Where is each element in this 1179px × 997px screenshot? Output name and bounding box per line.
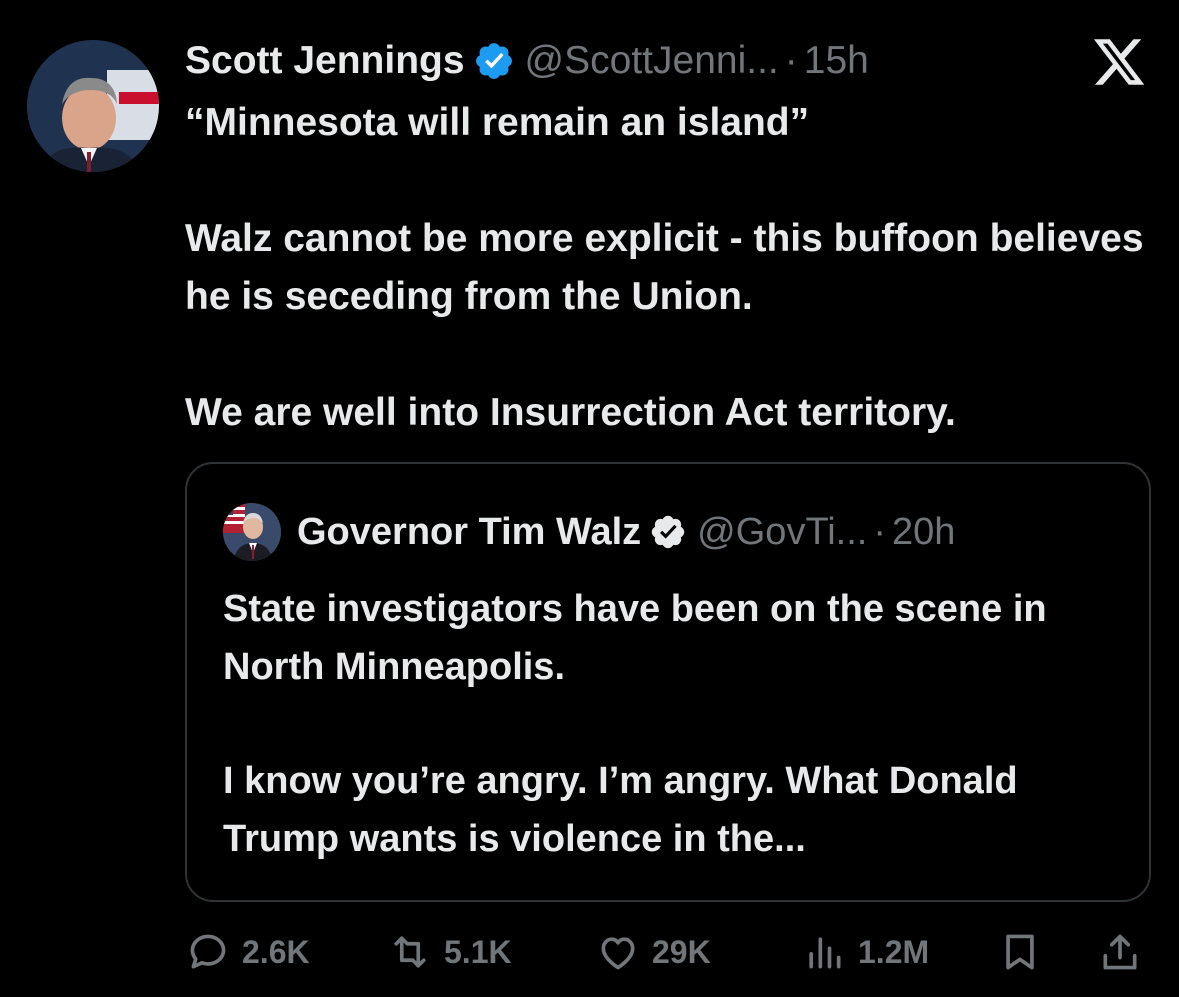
like-button[interactable]: 29K [596,926,711,978]
reply-button[interactable]: 2.6K [186,926,310,978]
header-separator: · [784,39,798,82]
tweet-text-paragraph-2: Walz cannot be more explicit - this buff… [185,217,1144,318]
verified-badge-icon [649,513,687,551]
quoted-text-paragraph-2: I know you’re angry. I’m angry. What Don… [223,760,1018,860]
repost-icon [394,936,426,968]
tweet-timestamp[interactable]: 15h [804,39,869,83]
quoted-header-separator: · [873,510,887,553]
repost-button[interactable]: 5.1K [388,926,512,978]
author-display-name[interactable]: Scott Jennings [185,39,465,83]
views-button[interactable]: 1.2M [802,926,929,978]
reply-icon [190,934,226,969]
tweet-text-paragraph-3: We are well into Insurrection Act territ… [185,391,956,434]
verified-badge-icon [473,40,515,82]
bookmark-icon [1006,934,1034,970]
tweet-text: “Minnesota will remain an island” Walz c… [185,94,1145,442]
repost-count: 5.1K [444,933,512,970]
like-count: 29K [652,933,711,970]
view-count: 1.2M [858,933,930,970]
share-button[interactable] [1098,926,1142,978]
heart-icon [601,937,635,970]
quoted-tweet-timestamp[interactable]: 20h [892,511,955,554]
quoted-author-avatar[interactable] [223,503,281,561]
quoted-tweet[interactable]: Governor Tim Walz @GovTi... · 20h State … [185,462,1151,902]
tweet-card: Scott Jennings @ScottJenni... · 15h “Min… [0,0,1179,997]
author-handle[interactable]: @ScottJenni... [525,39,779,83]
author-avatar[interactable] [27,40,159,172]
quoted-author-display-name[interactable]: Governor Tim Walz [297,511,641,554]
author-avatar-image [27,40,159,172]
bookmark-button[interactable] [998,926,1042,978]
quoted-tweet-header: Governor Tim Walz @GovTi... · 20h [223,503,955,561]
views-chart-icon [809,937,841,969]
tweet-header: Scott Jennings @ScottJenni... · 15h [185,36,869,86]
quoted-author-handle[interactable]: @GovTi... [697,511,867,554]
tweet-action-bar: 2.6K 5.1K 29K 1.2M [186,926,1146,978]
quoted-text-paragraph-1: State investigators have been on the sce… [223,588,1047,688]
x-logo-icon [1091,34,1147,90]
tweet-text-line-1: “Minnesota will remain an island” [185,101,810,144]
quoted-tweet-text: State investigators have been on the sce… [223,580,1103,868]
share-icon [1103,934,1137,970]
quoted-avatar-image [223,503,281,561]
reply-count: 2.6K [242,933,310,970]
